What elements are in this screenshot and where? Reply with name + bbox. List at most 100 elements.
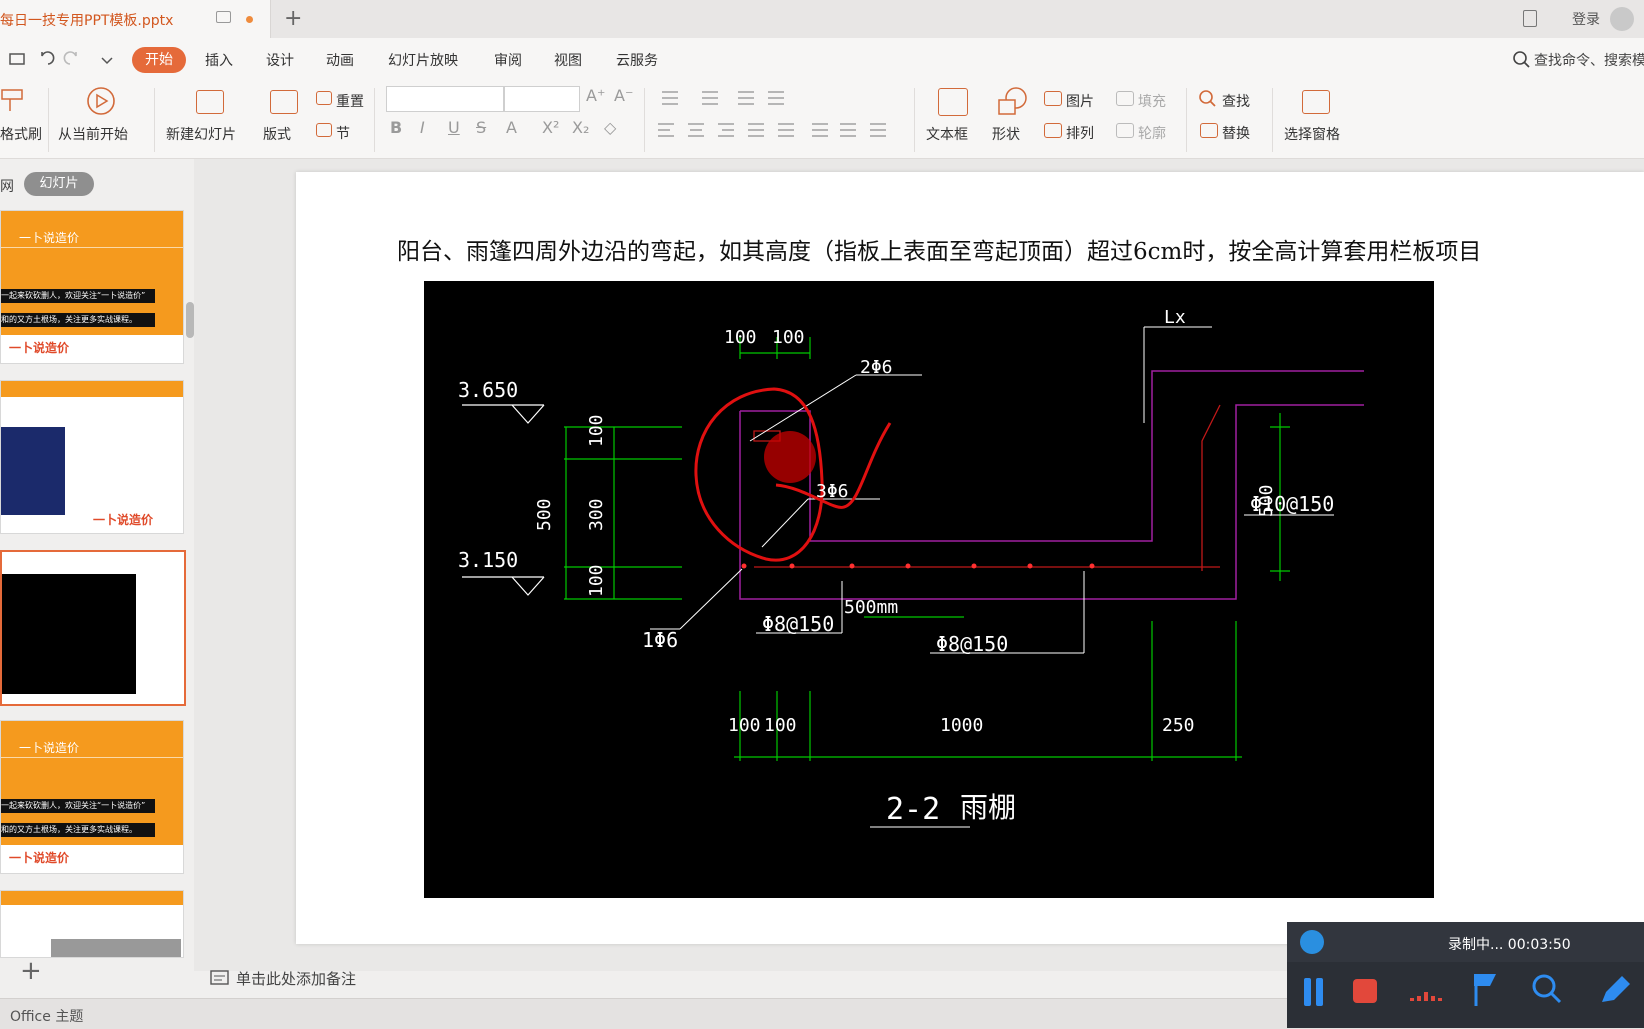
stop-icon[interactable] xyxy=(1353,979,1377,1003)
marker-pen-icon[interactable] xyxy=(1468,970,1508,1010)
new-slide-icon[interactable] xyxy=(196,90,224,114)
outline-label[interactable]: 轮廓 xyxy=(1138,123,1166,143)
ribbon-divider xyxy=(1272,88,1273,152)
rebar-label: 1Φ6 xyxy=(642,628,678,652)
selection-pane-icon[interactable] xyxy=(1302,90,1330,114)
search-icon[interactable] xyxy=(1512,50,1532,70)
monitor-icon[interactable] xyxy=(216,11,231,23)
slide-thumbnail[interactable]: 一卜说造价 一起来砍砍删人，欢迎关注“一卜说造价” 和的又方土根场，关注更多实战… xyxy=(0,720,184,874)
login-button[interactable]: 登录 xyxy=(1572,9,1600,29)
section-icon[interactable] xyxy=(316,123,332,137)
notes-placeholder[interactable]: 单击此处添加备注 xyxy=(236,968,356,989)
cad-drawing[interactable]: 100 100 2Φ6 Lx 3.650 3.150 3Φ6 Φ10@150 1… xyxy=(424,281,1434,898)
font-size-select[interactable] xyxy=(504,86,580,112)
play-icon[interactable] xyxy=(86,86,116,116)
thumb-image xyxy=(51,939,181,957)
outline-icon[interactable] xyxy=(1116,123,1134,138)
textbox-icon[interactable] xyxy=(938,88,968,116)
tab-slideshow[interactable]: 幻灯片放映 xyxy=(388,50,458,70)
shape-label[interactable]: 形状 xyxy=(992,124,1020,144)
arrange-icon[interactable] xyxy=(1044,123,1062,138)
slide-thumbnail[interactable]: 一卜说造价 xyxy=(0,380,184,534)
format-painter-icon[interactable] xyxy=(0,86,30,116)
shape-icon[interactable] xyxy=(996,86,1030,118)
ribbon-divider xyxy=(1186,88,1187,152)
layout-label[interactable]: 版式 xyxy=(263,124,291,144)
pause-icon[interactable] xyxy=(1302,978,1326,1006)
section-label[interactable]: 节 xyxy=(336,123,350,143)
slide-thumbnail[interactable]: 一卜说造价 一起来砍砍删人，欢迎关注“一卜说造价” 和的又方土根场，关注更多实战… xyxy=(0,210,184,364)
new-tab-plus-icon[interactable]: + xyxy=(284,6,302,31)
italic-icon[interactable]: I xyxy=(420,118,425,137)
section-name: 雨棚 xyxy=(960,791,1016,824)
dim-label: 100 xyxy=(772,327,805,348)
thumb-caption: 一卜说造价 xyxy=(19,231,80,245)
tab-review[interactable]: 审阅 xyxy=(494,50,522,70)
superscript-icon[interactable]: X² xyxy=(542,118,559,137)
leader-lines xyxy=(650,326,1334,828)
clear-format-icon[interactable]: ◇ xyxy=(604,118,616,137)
dim-label: 1000 xyxy=(940,715,983,736)
window-mode-icon[interactable] xyxy=(1523,10,1537,27)
ribbon-divider xyxy=(374,88,375,152)
fill-icon[interactable] xyxy=(1116,91,1134,106)
slide-heading[interactable]: 阳台、雨篷四周外边沿的弯起，如其高度（指板上表面至弯起顶面）超过6cm时，按全高… xyxy=(397,232,1481,266)
bold-icon[interactable]: B xyxy=(390,118,402,137)
layout-icon[interactable] xyxy=(270,90,298,114)
underline-icon[interactable]: U xyxy=(448,118,460,137)
rebar-label: 3Φ6 xyxy=(816,481,849,502)
shrink-font-icon[interactable]: A⁻ xyxy=(614,86,633,105)
tab-slides[interactable]: 幻灯片 xyxy=(24,172,94,196)
audio-level-icon[interactable] xyxy=(1408,982,1448,1004)
subscript-icon[interactable]: X₂ xyxy=(572,118,589,137)
font-family-select[interactable] xyxy=(386,86,504,112)
slide-pane-scrollbar[interactable] xyxy=(186,302,194,338)
ribbon-divider xyxy=(644,88,645,152)
avatar[interactable] xyxy=(1610,7,1634,31)
print-icon xyxy=(9,53,25,65)
new-slide-label[interactable]: 新建幻灯片 xyxy=(166,124,236,144)
tab-start[interactable]: 开始 xyxy=(132,47,186,73)
divider xyxy=(1,757,183,758)
tab-insert[interactable]: 插入 xyxy=(205,50,233,70)
picture-icon[interactable] xyxy=(1044,91,1062,106)
picture-label[interactable]: 图片 xyxy=(1066,91,1094,111)
font-color-icon[interactable]: A xyxy=(506,118,517,137)
theme-name: Office 主题 xyxy=(10,1009,84,1025)
ribbon-divider xyxy=(154,88,155,152)
chevron-down-icon xyxy=(101,57,113,65)
reset-icon[interactable] xyxy=(316,91,332,105)
tab-animation[interactable]: 动画 xyxy=(326,50,354,70)
tab-cloud[interactable]: 云服务 xyxy=(616,50,658,70)
fill-label[interactable]: 填充 xyxy=(1138,91,1166,111)
paragraph-tools[interactable] xyxy=(656,88,906,144)
find-label[interactable]: 查找 xyxy=(1222,91,1250,111)
thumb-image xyxy=(1,427,65,515)
selection-pane-label[interactable]: 选择窗格 xyxy=(1284,124,1340,144)
add-slide-plus-icon[interactable]: + xyxy=(20,956,42,986)
play-from-current-label[interactable]: 从当前开始 xyxy=(58,124,128,144)
arrange-label[interactable]: 排列 xyxy=(1066,123,1094,143)
search-commands[interactable]: 查找命令、搜索模 xyxy=(1534,50,1644,70)
slide-thumbnail[interactable] xyxy=(0,890,184,958)
pencil-icon[interactable] xyxy=(1596,972,1636,1008)
grow-font-icon[interactable]: A⁺ xyxy=(586,86,605,105)
recorder-logo-icon xyxy=(1300,930,1324,954)
slide-thumbnail-selected[interactable] xyxy=(0,550,186,706)
strikethrough-icon[interactable]: S xyxy=(476,118,486,137)
replace-icon[interactable] xyxy=(1200,123,1218,138)
thumb-banner: 一起来砍砍删人，欢迎关注“一卜说造价” xyxy=(1,799,155,813)
format-painter-label[interactable]: 格式刷 xyxy=(0,124,42,144)
document-tab-name[interactable]: 每日一技专用PPT模板.pptx xyxy=(0,10,173,30)
zoom-icon[interactable] xyxy=(1530,972,1570,1008)
thumb-image xyxy=(2,574,136,694)
reset-label[interactable]: 重置 xyxy=(336,91,364,111)
textbox-label[interactable]: 文本框 xyxy=(926,124,968,144)
find-icon[interactable] xyxy=(1198,89,1218,109)
replace-label[interactable]: 替换 xyxy=(1222,123,1250,143)
thumb-header xyxy=(1,891,183,905)
tab-view[interactable]: 视图 xyxy=(554,50,582,70)
tab-design[interactable]: 设计 xyxy=(266,50,294,70)
notes-icon[interactable] xyxy=(210,970,230,988)
tab-outline[interactable]: 网 xyxy=(0,176,14,196)
